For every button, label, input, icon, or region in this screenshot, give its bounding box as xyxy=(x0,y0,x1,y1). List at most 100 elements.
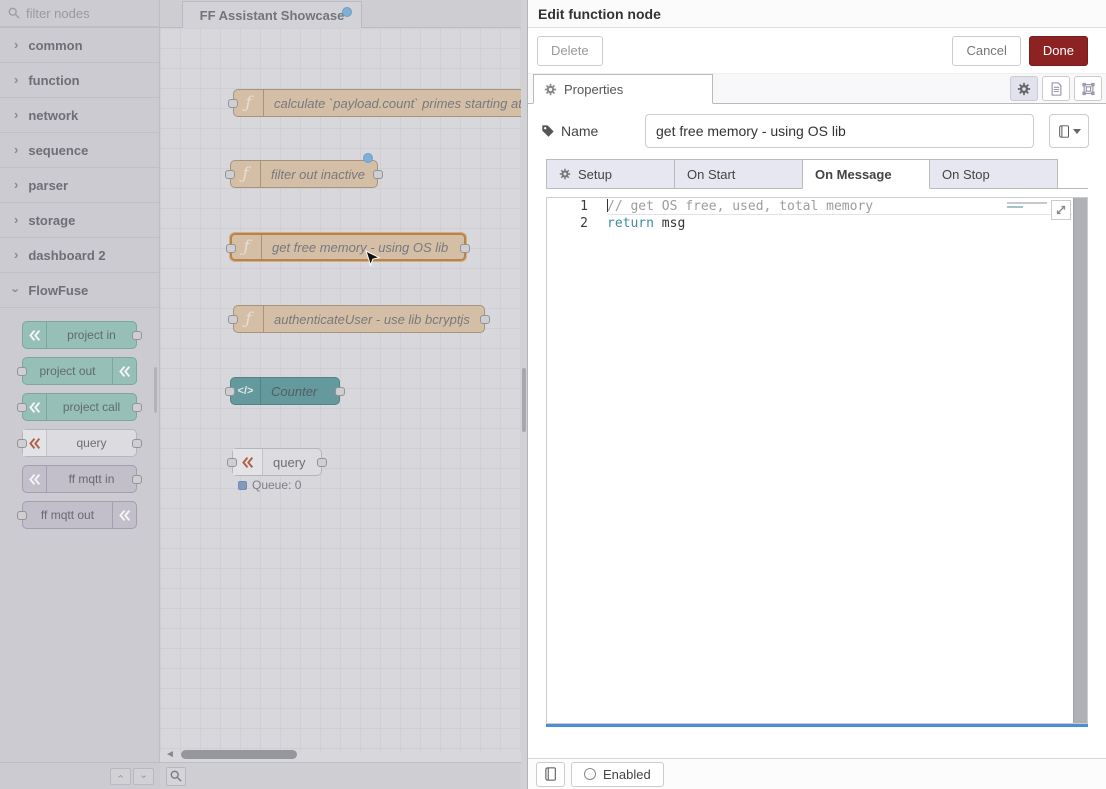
input-port[interactable] xyxy=(17,439,27,448)
tab-setup[interactable]: Setup xyxy=(546,159,674,189)
output-port[interactable] xyxy=(132,331,142,340)
function-icon: ƒ xyxy=(234,306,264,332)
palette-node-label: project out xyxy=(23,364,112,378)
editor-code-area[interactable]: // get OS free, used, total memory retur… xyxy=(607,198,1072,723)
input-port[interactable] xyxy=(17,367,27,376)
flowfuse-icon xyxy=(233,449,263,475)
description-button[interactable] xyxy=(1042,76,1070,101)
name-input[interactable] xyxy=(645,114,1034,148)
output-port[interactable] xyxy=(317,458,327,467)
edit-node-tray: Edit function node Delete Cancel Done Pr… xyxy=(527,0,1106,789)
search-icon xyxy=(8,7,20,19)
name-label-text: Name xyxy=(561,123,598,139)
properties-gear-button[interactable] xyxy=(1010,76,1038,101)
tab-on-start[interactable]: On Start xyxy=(674,159,802,189)
splitter-thumb[interactable] xyxy=(522,368,526,432)
palette-node-project-call[interactable]: project call xyxy=(22,393,137,421)
palette-category-flowfuse[interactable]: ›FlowFuse xyxy=(0,273,159,308)
output-port[interactable] xyxy=(460,244,470,253)
palette-node-query[interactable]: query xyxy=(22,429,137,457)
search-icon xyxy=(170,770,182,782)
input-port[interactable] xyxy=(225,170,235,179)
output-port[interactable] xyxy=(480,315,490,324)
collapse-all-button[interactable]: › xyxy=(110,768,131,785)
palette-category-parser[interactable]: ›parser xyxy=(0,168,159,203)
palette-category-function[interactable]: ›function xyxy=(0,63,159,98)
done-button[interactable]: Done xyxy=(1029,36,1088,66)
tray-icon-buttons xyxy=(1010,76,1102,101)
node-calculate-primes[interactable]: ƒ calculate `payload.count` primes start… xyxy=(233,89,521,117)
library-dropdown-button[interactable] xyxy=(1049,114,1089,148)
expand-icon xyxy=(1055,204,1067,216)
caret-down-icon xyxy=(1073,129,1081,134)
tab-properties[interactable]: Properties xyxy=(533,74,713,104)
palette-node-project-out[interactable]: project out xyxy=(22,357,137,385)
node-query[interactable]: query xyxy=(232,448,322,476)
library-button[interactable] xyxy=(536,762,565,787)
function-icon: ƒ xyxy=(234,90,264,116)
flow-tab[interactable]: FF Assistant Showcase xyxy=(182,1,362,28)
palette-search[interactable] xyxy=(0,0,159,28)
palette-node-project-in[interactable]: project in xyxy=(22,321,137,349)
flowfuse-icon xyxy=(112,502,136,528)
node-filter-out-inactive[interactable]: ƒ filter out inactive xyxy=(230,160,378,188)
tray-tab-bar: Properties xyxy=(528,74,1106,104)
enabled-toggle-button[interactable]: Enabled xyxy=(571,762,664,787)
node-counter[interactable]: </> Counter xyxy=(230,377,340,405)
line-number: 1 xyxy=(547,198,602,215)
flowfuse-icon xyxy=(23,322,47,348)
chevron-right-icon: › xyxy=(14,107,18,122)
expand-all-button[interactable]: › xyxy=(133,768,154,785)
code-icon: </> xyxy=(231,378,261,404)
node-authenticate-user[interactable]: ƒ authenticateUser - use lib bcryptjs xyxy=(233,305,485,333)
output-port[interactable] xyxy=(132,403,142,412)
delete-button[interactable]: Delete xyxy=(537,36,603,66)
chevron-right-icon: › xyxy=(14,212,18,227)
input-port[interactable] xyxy=(227,458,237,467)
appearance-icon xyxy=(1081,82,1096,96)
chevron-up-icon: › xyxy=(115,774,126,777)
code-line-2: return msg xyxy=(607,215,1072,232)
output-port[interactable] xyxy=(335,387,345,396)
cancel-button[interactable]: Cancel xyxy=(952,36,1020,66)
palette-node-ff-mqtt-in[interactable]: ff mqtt in xyxy=(22,465,137,493)
input-port[interactable] xyxy=(226,244,236,253)
expand-editor-button[interactable] xyxy=(1051,200,1071,220)
palette-node-ff-mqtt-out[interactable]: ff mqtt out xyxy=(22,501,137,529)
palette-node-label: ff mqtt in xyxy=(47,472,136,486)
palette-category-common[interactable]: ›common xyxy=(0,28,159,63)
flow-canvas-grid[interactable]: ƒ calculate `payload.count` primes start… xyxy=(160,28,521,752)
search-flows-button[interactable] xyxy=(166,767,186,786)
palette-category-sequence[interactable]: ›sequence xyxy=(0,133,159,168)
output-port[interactable] xyxy=(373,170,383,179)
scroll-left-arrow[interactable]: ◄ xyxy=(165,749,175,760)
horizontal-scrollbar[interactable]: ◄ xyxy=(160,748,521,761)
input-port[interactable] xyxy=(228,315,238,324)
input-port[interactable] xyxy=(17,403,27,412)
input-port[interactable] xyxy=(17,511,27,520)
palette-scrollbar[interactable] xyxy=(154,367,157,413)
filter-nodes-input[interactable] xyxy=(26,6,136,21)
output-port[interactable] xyxy=(132,475,142,484)
code-editor[interactable]: 1 2 // get OS free, used, total memory r… xyxy=(546,197,1088,724)
editor-minimap xyxy=(1007,202,1049,214)
node-get-free-memory[interactable]: ƒ get free memory - using OS lib xyxy=(230,233,466,261)
flow-workspace[interactable]: ƒ calculate `payload.count` primes start… xyxy=(160,0,521,789)
scrollbar-thumb[interactable] xyxy=(181,750,297,759)
gear-icon xyxy=(544,83,557,96)
editor-resize-handle[interactable] xyxy=(546,724,1088,727)
input-port[interactable] xyxy=(228,99,238,108)
palette-category-storage[interactable]: ›storage xyxy=(0,203,159,238)
flow-changed-dot xyxy=(342,7,352,17)
output-port[interactable] xyxy=(132,439,142,448)
category-label: function xyxy=(28,73,79,88)
tab-on-message[interactable]: On Message xyxy=(802,159,930,189)
appearance-button[interactable] xyxy=(1074,76,1102,101)
input-port[interactable] xyxy=(225,387,235,396)
function-editor-tabs: Setup On Start On Message On Stop xyxy=(546,159,1088,189)
palette-category-network[interactable]: ›network xyxy=(0,98,159,133)
editor-scrollbar[interactable] xyxy=(1073,198,1087,723)
flowfuse-icon xyxy=(23,466,47,492)
palette-category-dashboard2[interactable]: ›dashboard 2 xyxy=(0,238,159,273)
tab-on-stop[interactable]: On Stop xyxy=(930,159,1058,189)
